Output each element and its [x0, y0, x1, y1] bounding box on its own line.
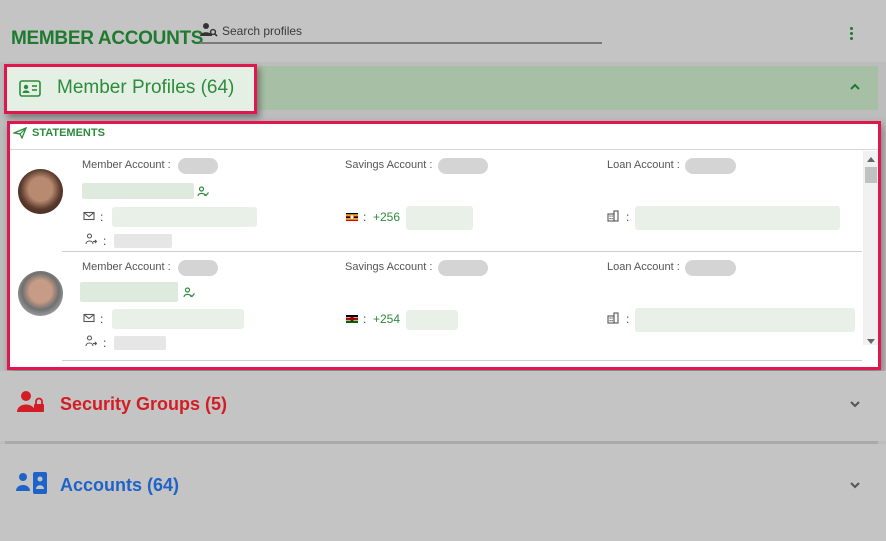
member-name[interactable]: [80, 282, 178, 302]
phone-colon: :: [363, 210, 367, 224]
mail-icon: [83, 211, 95, 221]
person-arrow-icon: [85, 335, 97, 347]
member-account-label: Member Account :: [82, 261, 171, 273]
user-lock-icon: [17, 391, 44, 412]
more-options-icon[interactable]: [846, 25, 858, 43]
phone-prefix: +254: [373, 312, 401, 326]
avatar: [18, 271, 63, 316]
verified-user-icon: [197, 186, 209, 197]
member-account-value: [178, 260, 218, 276]
address-value: [635, 206, 840, 230]
savings-account-value: [438, 158, 488, 174]
email-colon: :: [100, 312, 104, 326]
statements-panel: STATEMENTS Member Account : Savings Acco…: [7, 121, 881, 370]
mail-icon: [83, 313, 95, 323]
search-input[interactable]: [222, 21, 592, 41]
address-colon: :: [626, 210, 630, 224]
person-search-icon: [200, 23, 218, 37]
scroll-thumb[interactable]: [865, 167, 877, 183]
send-icon: [13, 127, 27, 139]
savings-account-label: Savings Account :: [345, 159, 433, 171]
phone-value: [406, 310, 458, 330]
member-row[interactable]: Member Account : Savings Account : Loan …: [10, 150, 862, 252]
member-profiles-label: Member Profiles (64): [57, 77, 235, 98]
accounts-label: Accounts (64): [60, 475, 180, 495]
avatar: [18, 169, 63, 214]
person-arrow-icon: [85, 233, 97, 245]
member-name[interactable]: [82, 183, 194, 199]
uganda-flag-icon: [346, 213, 358, 221]
building-icon: [607, 312, 619, 324]
statements-header: STATEMENTS: [10, 124, 878, 150]
loan-account-value: [685, 158, 736, 174]
loan-account-label: Loan Account :: [607, 159, 680, 171]
accounts-icon: [16, 472, 47, 494]
scroll-up-arrow-icon[interactable]: [867, 157, 875, 162]
page-title: MEMBER ACCOUNTS: [11, 28, 204, 49]
kin-colon: :: [103, 336, 107, 350]
member-profiles-tab[interactable]: Member Profiles (64): [4, 64, 257, 114]
member-account-value: [178, 158, 218, 174]
loan-account-label: Loan Account :: [607, 261, 680, 273]
security-groups-label: Security Groups (5): [60, 394, 228, 414]
kenya-flag-icon: [346, 315, 358, 323]
member-row[interactable]: Member Account : Savings Account : Loan …: [10, 252, 862, 354]
chevron-down-icon[interactable]: [848, 397, 862, 411]
kin-value: [114, 336, 166, 350]
app-header: MEMBER ACCOUNTS: [0, 0, 886, 62]
kin-colon: :: [103, 234, 107, 248]
statements-label: STATEMENTS: [32, 127, 105, 139]
chevron-down-icon[interactable]: [848, 478, 862, 492]
phone-prefix: +256: [373, 210, 401, 224]
chevron-up-icon[interactable]: [848, 80, 862, 94]
email-colon: :: [100, 210, 104, 224]
savings-account-label: Savings Account :: [345, 261, 433, 273]
loan-account-value: [685, 260, 736, 276]
scroll-down-arrow-icon[interactable]: [867, 339, 875, 344]
phone-value: [406, 206, 473, 230]
search-bar[interactable]: [200, 20, 602, 44]
id-card-icon: [19, 80, 41, 97]
kin-value: [114, 234, 172, 248]
member-account-label: Member Account :: [82, 159, 171, 171]
email-value: [112, 309, 244, 329]
email-value: [112, 207, 257, 227]
verified-user-icon: [183, 287, 195, 298]
address-value: [635, 308, 855, 332]
address-colon: :: [626, 312, 630, 326]
phone-colon: :: [363, 312, 367, 326]
building-icon: [607, 210, 619, 222]
row-divider: [62, 360, 862, 361]
savings-account-value: [438, 260, 488, 276]
